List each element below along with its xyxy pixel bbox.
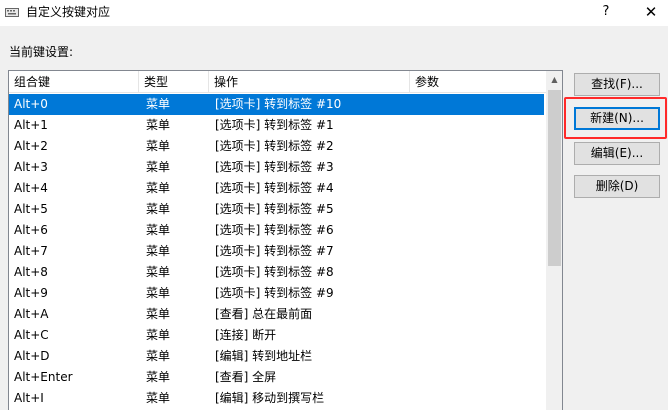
edit-button[interactable]: 编辑(E)... <box>574 142 660 165</box>
cell-action: [编辑] 移动到撰写栏 <box>215 391 325 405</box>
key-bindings-list[interactable]: 组合键 类型 操作 参数 Alt+0 菜单 [选项卡] 转到标签 #10 Alt+1 菜… <box>8 70 563 410</box>
table-row[interactable]: Alt+2 菜单 [选项卡] 转到标签 #2 <box>9 136 544 157</box>
table-row[interactable]: Alt+0 菜单 [选项卡] 转到标签 #10 <box>9 94 544 115</box>
highlight-annotation <box>564 97 667 139</box>
cell-action: [选项卡] 转到标签 #8 <box>215 265 334 279</box>
cell-combo-key: Alt+3 <box>14 160 48 174</box>
cell-action: [查看] 全屏 <box>215 370 277 384</box>
cell-combo-key: Alt+8 <box>14 265 48 279</box>
table-row[interactable]: Alt+C 菜单 [连接] 断开 <box>9 325 544 346</box>
cell-combo-key: Alt+4 <box>14 181 48 195</box>
cell-combo-key: Alt+I <box>14 391 44 405</box>
cell-type: 菜单 <box>146 328 171 342</box>
cell-type: 菜单 <box>146 97 171 111</box>
cell-action: [选项卡] 转到标签 #6 <box>215 223 334 237</box>
cell-action: [编辑] 转到地址栏 <box>215 349 313 363</box>
cell-type: 菜单 <box>146 391 171 405</box>
cell-type: 菜单 <box>146 160 171 174</box>
table-row[interactable]: Alt+3 菜单 [选项卡] 转到标签 #3 <box>9 157 544 178</box>
delete-button[interactable]: 删除(D) <box>574 175 660 198</box>
column-header-type[interactable]: 类型 <box>139 71 209 93</box>
cell-action: [选项卡] 转到标签 #4 <box>215 181 334 195</box>
cell-type: 菜单 <box>146 265 171 279</box>
cell-action: [选项卡] 转到标签 #1 <box>215 118 334 132</box>
cell-action: [连接] 断开 <box>215 328 277 342</box>
table-row[interactable]: Alt+1 菜单 [选项卡] 转到标签 #1 <box>9 115 544 136</box>
cell-combo-key: Alt+9 <box>14 286 48 300</box>
table-row[interactable]: Alt+I 菜单 [编辑] 移动到撰写栏 <box>9 388 544 409</box>
cell-combo-key: Alt+6 <box>14 223 48 237</box>
scroll-thumb[interactable] <box>548 90 561 266</box>
column-header-combo-key[interactable]: 组合键 <box>9 71 139 93</box>
cell-combo-key: Alt+C <box>14 328 49 342</box>
cell-combo-key: Alt+2 <box>14 139 48 153</box>
cell-type: 菜单 <box>146 223 171 237</box>
table-row[interactable]: Alt+D 菜单 [编辑] 转到地址栏 <box>9 346 544 367</box>
table-row[interactable]: Alt+4 菜单 [选项卡] 转到标签 #4 <box>9 178 544 199</box>
window-title: 自定义按键对应 <box>26 5 111 19</box>
keyboard-icon <box>5 8 19 17</box>
cell-type: 菜单 <box>146 181 171 195</box>
cell-action: [查看] 总在最前面 <box>215 307 313 321</box>
cell-action: [选项卡] 转到标签 #7 <box>215 244 334 258</box>
close-button[interactable]: ✕ <box>641 3 661 21</box>
table-row[interactable]: Alt+A 菜单 [查看] 总在最前面 <box>9 304 544 325</box>
cell-type: 菜单 <box>146 244 171 258</box>
table-row[interactable]: Alt+7 菜单 [选项卡] 转到标签 #7 <box>9 241 544 262</box>
scroll-up-icon[interactable]: ▲ <box>546 71 562 88</box>
cell-type: 菜单 <box>146 118 171 132</box>
title-bar: 自定义按键对应 ? ✕ <box>0 0 668 26</box>
cell-type: 菜单 <box>146 307 171 321</box>
cell-combo-key: Alt+D <box>14 349 50 363</box>
cell-action: [选项卡] 转到标签 #9 <box>215 286 334 300</box>
table-row[interactable]: Alt+8 菜单 [选项卡] 转到标签 #8 <box>9 262 544 283</box>
cell-combo-key: Alt+7 <box>14 244 48 258</box>
column-header-param[interactable]: 参数 <box>410 71 546 93</box>
cell-type: 菜单 <box>146 370 171 384</box>
cell-combo-key: Alt+A <box>14 307 49 321</box>
cell-action: [选项卡] 转到标签 #2 <box>215 139 334 153</box>
table-row[interactable]: Alt+Enter 菜单 [查看] 全屏 <box>9 367 544 388</box>
help-button[interactable]: ? <box>596 3 616 21</box>
cell-combo-key: Alt+Enter <box>14 370 73 384</box>
cell-type: 菜单 <box>146 286 171 300</box>
current-settings-label: 当前键设置: <box>9 45 74 59</box>
cell-type: 菜单 <box>146 202 171 216</box>
cell-type: 菜单 <box>146 349 171 363</box>
vertical-scrollbar[interactable]: ▲ <box>546 71 562 410</box>
cell-combo-key: Alt+0 <box>14 97 48 111</box>
cell-type: 菜单 <box>146 139 171 153</box>
cell-combo-key: Alt+1 <box>14 118 48 132</box>
cell-combo-key: Alt+5 <box>14 202 48 216</box>
list-header: 组合键 类型 操作 参数 <box>9 71 546 93</box>
table-row[interactable]: Alt+5 菜单 [选项卡] 转到标签 #5 <box>9 199 544 220</box>
table-row[interactable]: Alt+9 菜单 [选项卡] 转到标签 #9 <box>9 283 544 304</box>
cell-action: [选项卡] 转到标签 #5 <box>215 202 334 216</box>
cell-action: [选项卡] 转到标签 #10 <box>215 97 342 111</box>
table-row[interactable]: Alt+6 菜单 [选项卡] 转到标签 #6 <box>9 220 544 241</box>
cell-action: [选项卡] 转到标签 #3 <box>215 160 334 174</box>
column-header-action[interactable]: 操作 <box>209 71 410 93</box>
find-button[interactable]: 查找(F)... <box>574 73 660 96</box>
